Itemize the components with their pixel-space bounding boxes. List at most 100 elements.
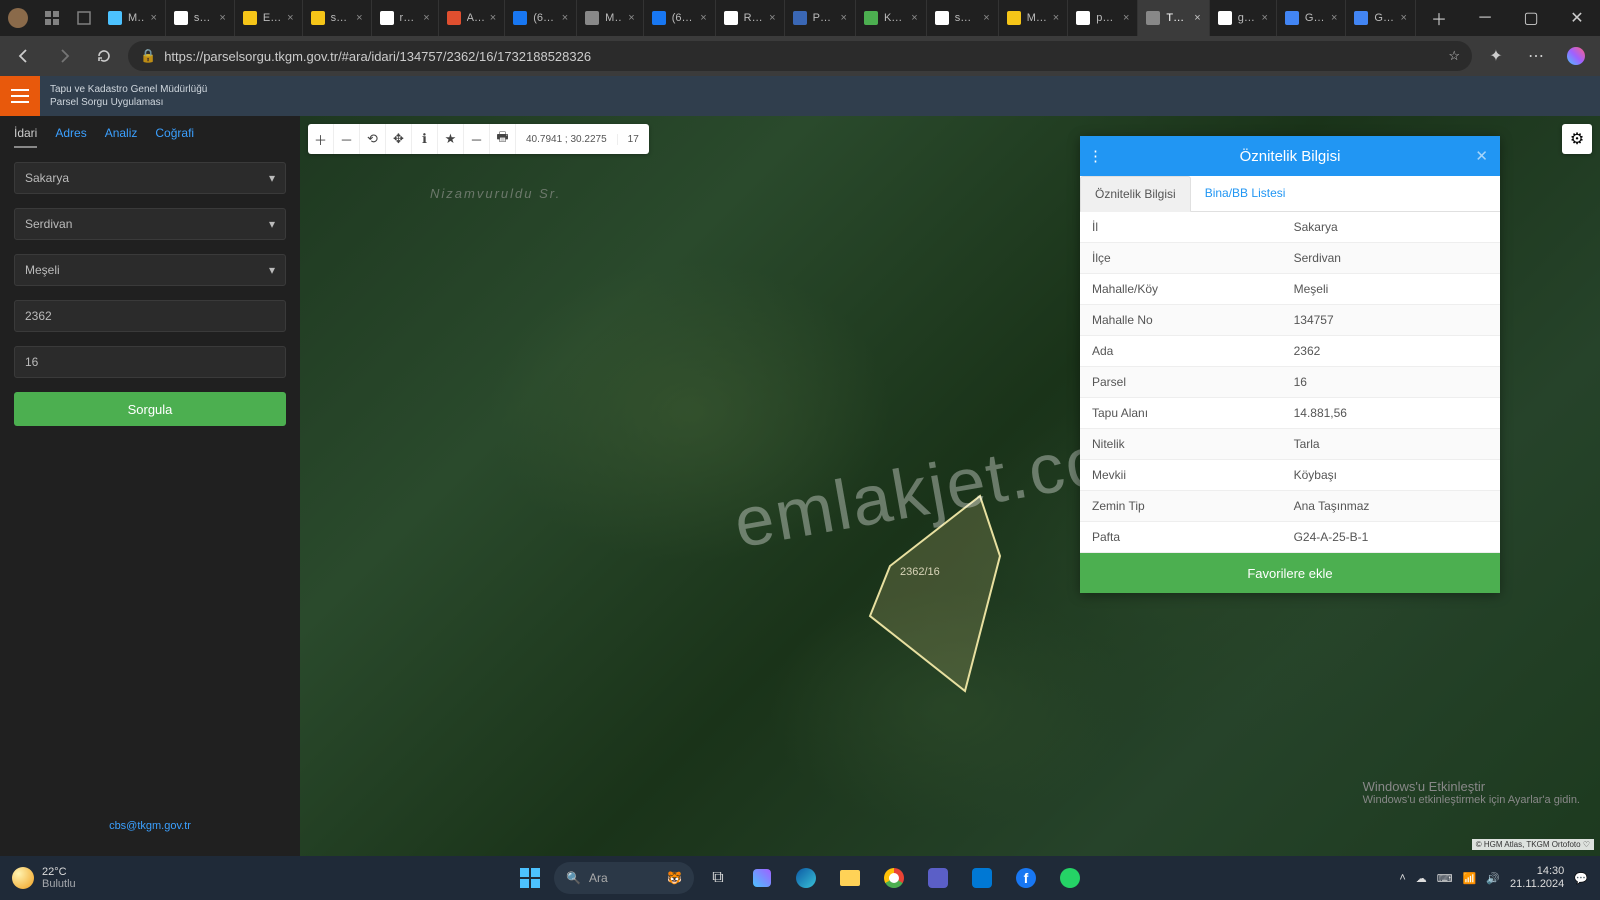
il-select[interactable]: Sakarya▾ — [14, 162, 286, 194]
whatsapp-icon[interactable] — [1050, 858, 1090, 898]
tray-chevron-icon[interactable]: ˄ — [1399, 872, 1405, 884]
browser-tab[interactable]: pars× — [1068, 0, 1138, 36]
map-settings-button[interactable]: ⚙ — [1562, 124, 1592, 154]
maximize-button[interactable]: ▢ — [1508, 0, 1554, 36]
hamburger-menu[interactable] — [0, 76, 40, 116]
tab-close-icon[interactable]: × — [1194, 12, 1200, 24]
info-button[interactable]: ℹ — [412, 124, 438, 154]
browser-tab[interactable]: saka× — [927, 0, 999, 36]
map-canvas[interactable]: ＋ － ⟲ ✥ ℹ ★ ─ 🖶 40.7941 ; 30.2275 17 ⚙ N… — [300, 116, 1600, 856]
sorgula-button[interactable]: Sorgula — [14, 392, 286, 426]
contact-mail[interactable]: cbs@tkgm.gov.tr — [14, 806, 286, 846]
tab-close-icon[interactable]: × — [423, 12, 429, 24]
tab-close-icon[interactable]: × — [1123, 12, 1129, 24]
edge-icon[interactable] — [786, 858, 826, 898]
tab-close-icon[interactable]: × — [356, 12, 362, 24]
browser-tab[interactable]: Goo× — [1346, 0, 1416, 36]
tab-close-icon[interactable]: × — [911, 12, 917, 24]
refresh-button[interactable] — [88, 40, 120, 72]
browser-tab[interactable]: Meş× — [999, 0, 1069, 36]
outlook-icon[interactable] — [962, 858, 1002, 898]
profile-avatar[interactable] — [8, 8, 28, 28]
forward-button[interactable] — [48, 40, 80, 72]
browser-tab[interactable]: Pars× — [785, 0, 856, 36]
taskview-button[interactable]: ⧉ — [698, 858, 738, 898]
favorites-button[interactable]: ✦ — [1480, 40, 1512, 72]
favorite-map-button[interactable]: ★ — [438, 124, 464, 154]
star-icon[interactable]: ☆ — [1448, 48, 1460, 64]
tab-close-icon[interactable]: × — [769, 12, 775, 24]
volume-icon[interactable]: 🔊 — [1486, 872, 1500, 885]
tab-close-icon[interactable]: × — [700, 12, 706, 24]
tab-close-icon[interactable]: × — [983, 12, 989, 24]
start-button[interactable] — [510, 858, 550, 898]
mahalle-select[interactable]: Meşeli▾ — [14, 254, 286, 286]
tab-close-icon[interactable]: × — [1331, 12, 1337, 24]
close-window-button[interactable]: ✕ — [1554, 0, 1600, 36]
back-button[interactable] — [8, 40, 40, 72]
language-icon[interactable]: ⌨ — [1437, 872, 1453, 885]
browser-tab[interactable]: sahi× — [303, 0, 372, 36]
address-bar[interactable]: 🔒 https://parselsorgu.tkgm.gov.tr/#ara/i… — [128, 41, 1472, 71]
popup-tab-oznitelik[interactable]: Öznitelik Bilgisi — [1080, 176, 1191, 212]
browser-tab[interactable]: goo× — [1210, 0, 1277, 36]
measure-button[interactable]: ─ — [464, 124, 490, 154]
workspaces-icon[interactable] — [44, 10, 60, 26]
taskbar-clock[interactable]: 14:30 21.11.2024 — [1510, 865, 1564, 891]
tab-close-icon[interactable]: × — [562, 12, 568, 24]
browser-tab[interactable]: rebl× — [372, 0, 439, 36]
wifi-icon[interactable]: 📶 — [1463, 872, 1477, 885]
parsel-input[interactable]: 16 — [14, 346, 286, 378]
parcel-polygon[interactable] — [870, 496, 1010, 696]
copilot-button[interactable] — [1560, 40, 1592, 72]
zoom-out-button[interactable]: － — [334, 124, 360, 154]
subtab-analiz[interactable]: Analiz — [105, 126, 138, 148]
reset-view-button[interactable]: ⟲ — [360, 124, 386, 154]
tab-close-icon[interactable]: × — [150, 12, 156, 24]
popup-tab-bina[interactable]: Bina/BB Listesi — [1191, 176, 1300, 211]
pan-button[interactable]: ✥ — [386, 124, 412, 154]
browser-tab[interactable]: Goo× — [1277, 0, 1347, 36]
tab-close-icon[interactable]: × — [628, 12, 634, 24]
subtab-idari[interactable]: İdari — [14, 126, 37, 148]
subtab-adres[interactable]: Adres — [55, 126, 86, 148]
tab-close-icon[interactable]: × — [490, 12, 496, 24]
popup-menu-icon[interactable]: ⋮ — [1088, 147, 1103, 165]
explorer-icon[interactable] — [830, 858, 870, 898]
browser-tab[interactable]: sahi× — [166, 0, 235, 36]
popup-close-icon[interactable]: ✕ — [1475, 147, 1488, 165]
popup-header[interactable]: ⋮ Öznitelik Bilgisi ✕ — [1080, 136, 1500, 176]
browser-tab[interactable]: Kale× — [856, 0, 927, 36]
system-tray[interactable]: ˄ ☁ ⌨ 📶 🔊 14:30 21.11.2024 💬 — [1387, 865, 1600, 891]
browser-tab[interactable]: Mul× — [577, 0, 644, 36]
browser-tab[interactable]: TKG× — [1138, 0, 1209, 36]
print-button[interactable]: 🖶 — [490, 124, 516, 154]
weather-widget[interactable]: 22°C Bulutlu — [0, 866, 88, 890]
facebook-icon[interactable]: f — [1006, 858, 1046, 898]
browser-tab[interactable]: (6) F× — [505, 0, 577, 36]
browser-tab[interactable]: Acil× — [439, 0, 506, 36]
browser-tab[interactable]: Mic× — [100, 0, 166, 36]
tab-close-icon[interactable]: × — [1261, 12, 1267, 24]
minimize-button[interactable]: ─ — [1462, 0, 1508, 36]
browser-tab[interactable]: Eml× — [235, 0, 303, 36]
onedrive-icon[interactable]: ☁ — [1416, 872, 1427, 885]
tab-close-icon[interactable]: × — [1401, 12, 1407, 24]
zoom-in-button[interactable]: ＋ — [308, 124, 334, 154]
browser-tab[interactable]: (6) F× — [644, 0, 716, 36]
taskbar-search[interactable]: 🔍Ara🐯 — [554, 862, 694, 894]
menu-button[interactable]: ⋯ — [1520, 40, 1552, 72]
copilot-taskbar-icon[interactable] — [742, 858, 782, 898]
tab-actions-icon[interactable] — [76, 10, 92, 26]
teams-icon[interactable] — [918, 858, 958, 898]
add-favorites-button[interactable]: Favorilere ekle — [1080, 553, 1500, 593]
tab-close-icon[interactable]: × — [1053, 12, 1059, 24]
chrome-icon[interactable] — [874, 858, 914, 898]
subtab-cografi[interactable]: Coğrafi — [155, 126, 194, 148]
new-tab-button[interactable]: ＋ — [1416, 0, 1462, 36]
tab-close-icon[interactable]: × — [287, 12, 293, 24]
browser-tab[interactable]: Rab× — [716, 0, 785, 36]
notifications-icon[interactable]: 💬 — [1574, 872, 1588, 885]
ada-input[interactable]: 2362 — [14, 300, 286, 332]
tab-close-icon[interactable]: × — [219, 12, 225, 24]
